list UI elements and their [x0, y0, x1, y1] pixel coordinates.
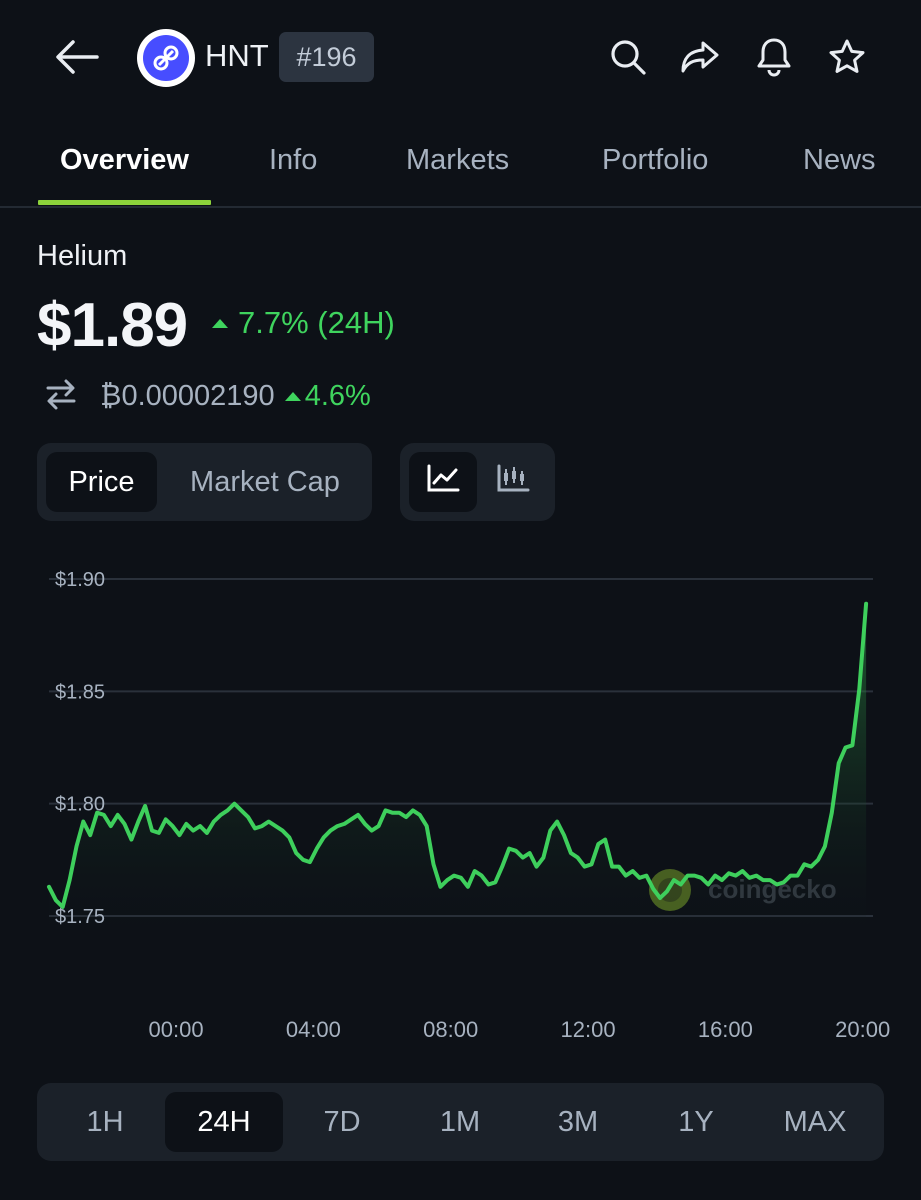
- range-1h-button[interactable]: 1H: [46, 1092, 164, 1152]
- favorite-button[interactable]: [824, 36, 870, 82]
- line-chart-button[interactable]: [409, 452, 477, 512]
- y-tick-label: $1.75: [55, 906, 105, 928]
- btc-price-change-value: 4.6%: [304, 379, 371, 412]
- time-range-selector: 1H 24H 7D 1M 3M 1Y MAX: [37, 1083, 884, 1161]
- search-icon: [608, 37, 648, 82]
- watermark-text: coingecko: [708, 874, 837, 904]
- x-tick-label: 04:00: [286, 1017, 341, 1042]
- tab-news[interactable]: News: [803, 144, 876, 177]
- back-arrow-icon: [55, 39, 99, 80]
- up-triangle-icon: [212, 318, 228, 328]
- share-button[interactable]: [677, 36, 723, 82]
- range-7d-button[interactable]: 7D: [283, 1092, 401, 1152]
- x-tick-label: 16:00: [698, 1017, 753, 1042]
- btc-price-change: 4.6%: [284, 379, 371, 413]
- back-button[interactable]: [50, 36, 104, 82]
- current-price: $1.89: [37, 291, 188, 360]
- tab-bar: Overview Info Markets Portfolio News: [0, 120, 921, 208]
- line-chart-icon: [426, 463, 460, 501]
- range-1y-button[interactable]: 1Y: [637, 1092, 755, 1152]
- x-tick-label: 00:00: [149, 1017, 204, 1042]
- price-toggle-button[interactable]: Price: [46, 452, 157, 512]
- market-cap-toggle-button[interactable]: Market Cap: [165, 452, 365, 512]
- y-tick-label: $1.80: [55, 794, 105, 816]
- range-24h-button[interactable]: 24H: [165, 1092, 283, 1152]
- app-header: HNT #196: [0, 0, 921, 120]
- price-change-24h-value: 7.7% (24H): [238, 305, 395, 340]
- share-icon: [679, 37, 721, 82]
- price-change-24h: 7.7% (24H): [212, 305, 395, 341]
- metric-toggle: Price Market Cap: [37, 443, 372, 521]
- chart-type-toggle: [400, 443, 555, 521]
- coin-name: Helium: [37, 240, 128, 272]
- coin-logo: [137, 29, 195, 87]
- candlestick-chart-button[interactable]: [480, 452, 546, 512]
- x-tick-label: 20:00: [835, 1017, 890, 1042]
- y-tick-label: $1.85: [55, 681, 105, 703]
- y-tick-label: $1.90: [55, 569, 105, 591]
- price-chart-svg: coingecko $1.90 $1.85 $1.80 $1.75 00:00 04:0…: [47, 569, 890, 1042]
- range-3m-button[interactable]: 3M: [519, 1092, 637, 1152]
- x-tick-label: 08:00: [423, 1017, 478, 1042]
- star-icon: [827, 37, 867, 82]
- range-max-button[interactable]: MAX: [756, 1092, 874, 1152]
- alert-button[interactable]: [751, 36, 797, 82]
- x-tick-label: 12:00: [561, 1017, 616, 1042]
- tab-info[interactable]: Info: [269, 144, 317, 177]
- swap-arrows-icon: [44, 377, 78, 416]
- price-chart[interactable]: coingecko $1.90 $1.85 $1.80 $1.75 00:00 04:0…: [0, 550, 921, 1050]
- rank-badge: #196: [279, 32, 374, 82]
- btc-price-row: ₿0.00002190 4.6%: [44, 374, 371, 418]
- active-tab-indicator: [38, 200, 211, 205]
- tab-portfolio[interactable]: Portfolio: [602, 144, 708, 177]
- candlestick-icon: [496, 463, 530, 501]
- btc-price: ₿0.00002190: [100, 379, 275, 412]
- range-1m-button[interactable]: 1M: [401, 1092, 519, 1152]
- tab-overview[interactable]: Overview: [60, 144, 189, 177]
- bell-icon: [755, 36, 793, 83]
- tab-markets[interactable]: Markets: [406, 144, 509, 177]
- up-triangle-icon: [284, 391, 301, 401]
- coin-symbol: HNT: [205, 38, 269, 73]
- search-button[interactable]: [605, 36, 651, 82]
